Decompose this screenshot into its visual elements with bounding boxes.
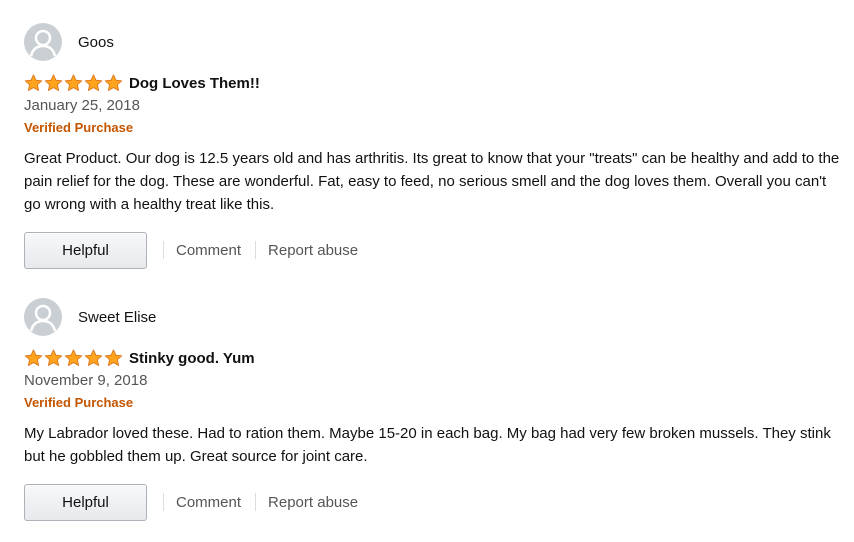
star-icon (104, 74, 123, 92)
star-icon (64, 349, 83, 367)
comment-link[interactable]: Comment (176, 242, 241, 259)
star-icon (84, 349, 103, 367)
default-avatar-icon (24, 23, 62, 61)
verified-purchase-badge[interactable]: Verified Purchase (24, 395, 840, 412)
review: Sweet Elise Stinky good. Yum November 9,… (24, 298, 840, 522)
helpful-button[interactable]: Helpful (24, 483, 147, 521)
star-rating[interactable] (24, 349, 124, 367)
review-title[interactable]: Stinky good. Yum (129, 350, 255, 367)
review-actions: Helpful Comment Report abuse (24, 230, 840, 270)
star-icon (44, 74, 63, 92)
report-abuse-link[interactable]: Report abuse (268, 494, 358, 511)
profile-name[interactable]: Goos (78, 34, 114, 51)
profile-name[interactable]: Sweet Elise (78, 309, 156, 326)
divider (255, 241, 257, 259)
star-rating[interactable] (24, 74, 124, 92)
review-date: November 9, 2018 (24, 372, 148, 389)
divider (163, 493, 164, 511)
comment-link[interactable]: Comment (176, 494, 241, 511)
review-date: January 25, 2018 (24, 97, 140, 114)
review-title[interactable]: Dog Loves Them!! (129, 75, 260, 92)
review-body: Great Product. Our dog is 12.5 years old… (24, 150, 840, 213)
review-profile[interactable]: Sweet Elise (24, 298, 840, 336)
report-abuse-link[interactable]: Report abuse (268, 242, 358, 259)
review-body: My Labrador loved these. Had to ration t… (24, 425, 831, 465)
star-icon (24, 349, 43, 367)
default-avatar-icon (24, 298, 62, 336)
star-icon (84, 74, 103, 92)
review-profile[interactable]: Goos (24, 23, 840, 61)
divider (163, 241, 164, 259)
review: Goos Dog Loves Them!! January 25, 2018 V… (24, 23, 840, 270)
star-icon (64, 74, 83, 92)
divider (255, 493, 257, 511)
star-icon (44, 349, 63, 367)
helpful-button[interactable]: Helpful (24, 231, 147, 269)
star-icon (24, 74, 43, 92)
star-icon (104, 349, 123, 367)
review-actions: Helpful Comment Report abuse (24, 482, 840, 522)
verified-purchase-badge[interactable]: Verified Purchase (24, 120, 840, 137)
